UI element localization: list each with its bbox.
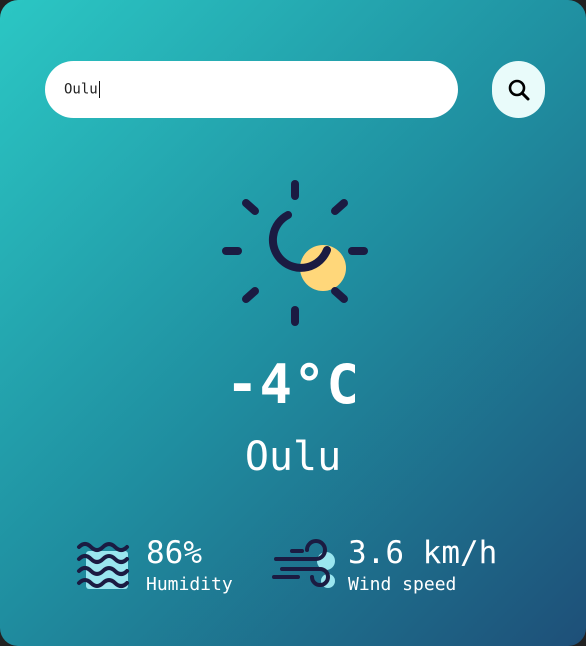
humidity-detail: 86% Humidity — [76, 533, 256, 603]
search-button[interactable] — [492, 61, 545, 118]
search-field[interactable]: Oulu — [45, 61, 458, 118]
city-name: Oulu — [244, 434, 342, 480]
wind-label: Wind speed — [348, 574, 457, 595]
text-caret — [98, 81, 100, 98]
humidity-label: Humidity — [146, 574, 233, 595]
humidity-icon — [77, 542, 129, 589]
wind-value: 3.6 km/h — [348, 535, 498, 571]
wind-detail: 3.6 km/h Wind speed — [272, 533, 532, 603]
temperature: -4°C — [225, 353, 361, 416]
sun-icon — [222, 180, 368, 326]
search-input-value: Oulu — [64, 81, 98, 98]
weather-card: Oulu -4°C Oulu 86% Humidity 3.6 km/h Win… — [0, 0, 586, 646]
search-input[interactable]: Oulu — [64, 81, 100, 98]
wind-icon — [272, 539, 335, 588]
search-icon — [508, 79, 529, 100]
humidity-value: 86% — [146, 535, 202, 571]
